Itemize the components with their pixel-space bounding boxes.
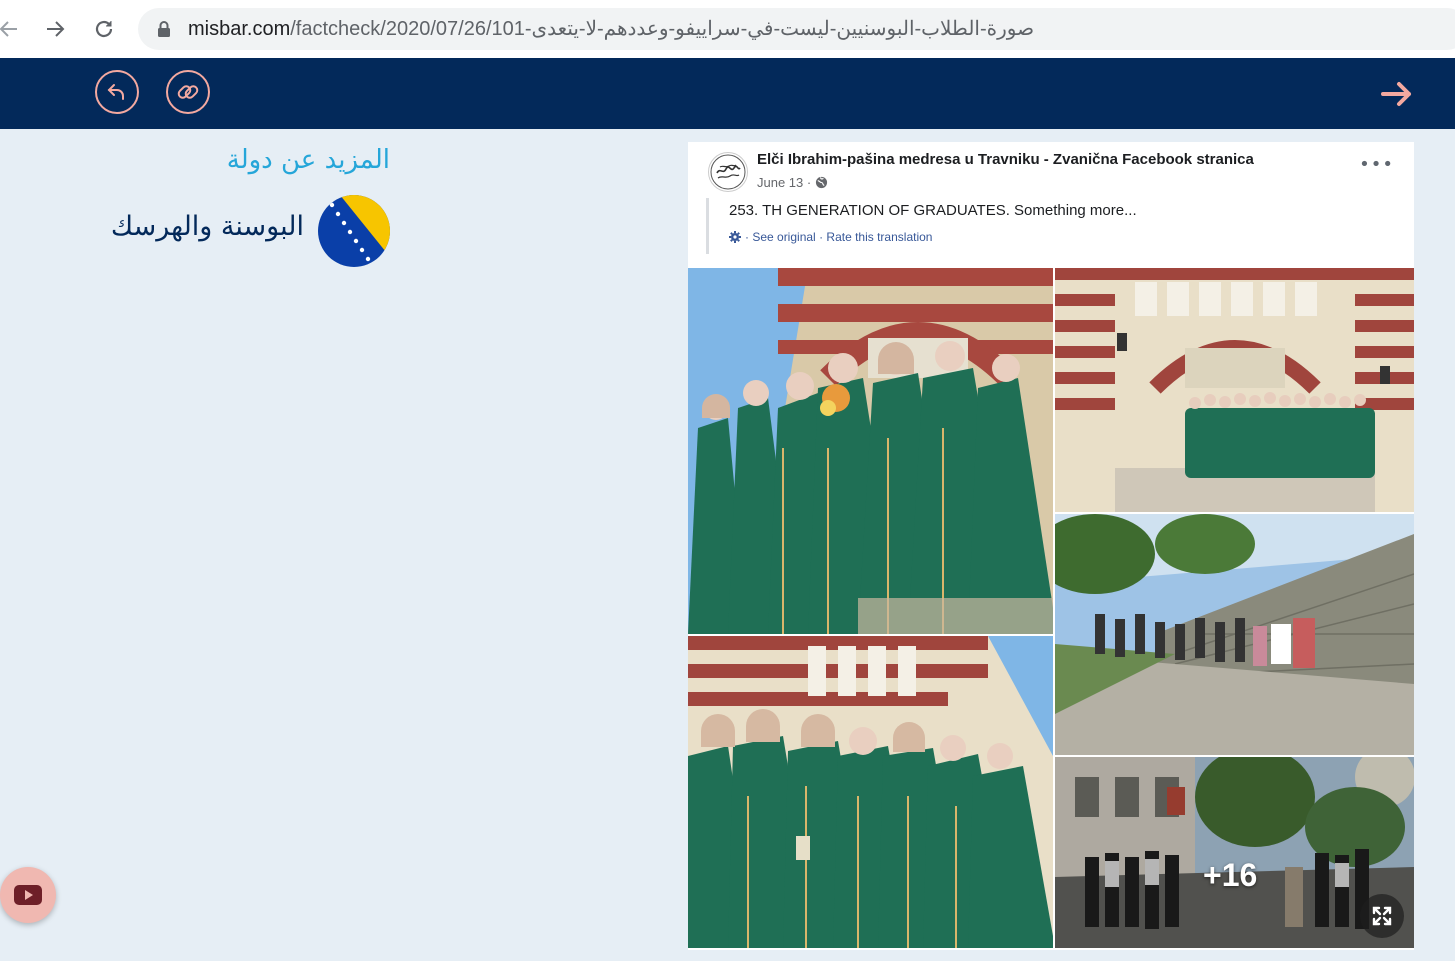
share-button[interactable] [95, 70, 139, 114]
youtube-button[interactable] [0, 867, 56, 923]
post-date-text: June 13 · [757, 175, 812, 190]
link-icon [177, 85, 199, 99]
next-arrow-icon[interactable] [1379, 76, 1415, 112]
bosnia-flag-icon [318, 195, 390, 267]
reload-icon[interactable] [89, 14, 119, 44]
country-link[interactable]: البوسنة والهرسك [95, 195, 390, 269]
photo-stone-wall-street[interactable] [1055, 514, 1414, 755]
rate-translation-link[interactable]: Rate this translation [826, 230, 932, 244]
globe-icon [816, 176, 828, 189]
photo-building-group[interactable] [1055, 268, 1414, 512]
forward-arrow-icon[interactable] [40, 14, 70, 44]
lock-icon [156, 20, 172, 38]
url-text: misbar.com/factcheck/2020/07/26/101-صورة… [188, 16, 1034, 41]
site-header [0, 58, 1455, 129]
gear-icon [729, 231, 741, 243]
post-date[interactable]: June 13 · [757, 175, 828, 190]
country-name: البوسنة والهرسك [110, 211, 304, 242]
address-bar[interactable]: misbar.com/factcheck/2020/07/26/101-صورة… [138, 8, 1455, 50]
browser-toolbar: misbar.com/factcheck/2020/07/26/101-صورة… [0, 0, 1455, 59]
youtube-icon [14, 885, 42, 905]
photo-town-street-more[interactable]: +16 [1055, 757, 1414, 948]
expand-icon[interactable] [1360, 894, 1404, 938]
copy-link-button[interactable] [166, 70, 210, 114]
page-name-link[interactable]: Elči Ibrahim-pašina medresa u Travniku -… [757, 151, 1254, 168]
more-about-country-title: المزيد عن دولة [226, 145, 390, 175]
translation-separator: · [819, 230, 824, 244]
url-path: /factcheck/2020/07/26/101-صورة-الطلاب-ال… [290, 18, 1035, 40]
facebook-post-embed: Elči Ibrahim-pašina medresa u Travniku -… [688, 142, 1414, 950]
post-text: 253. TH GENERATION OF GRADUATES. Somethi… [729, 202, 1137, 219]
photo-graduates-closeup[interactable] [688, 268, 1053, 634]
translated-quote: 253. TH GENERATION OF GRADUATES. Somethi… [706, 198, 1407, 254]
url-host: misbar.com [188, 18, 291, 40]
photo-graduates-row[interactable] [688, 636, 1053, 948]
reply-arrow-icon [107, 84, 124, 100]
more-options-icon[interactable]: ••• [1359, 154, 1394, 175]
back-arrow-icon[interactable] [0, 14, 24, 44]
see-original-link[interactable]: · See original [745, 230, 816, 244]
translation-bar: · See original · Rate this translation [729, 230, 932, 244]
more-photos-count: +16 [1203, 857, 1258, 893]
page-avatar[interactable] [708, 152, 748, 192]
